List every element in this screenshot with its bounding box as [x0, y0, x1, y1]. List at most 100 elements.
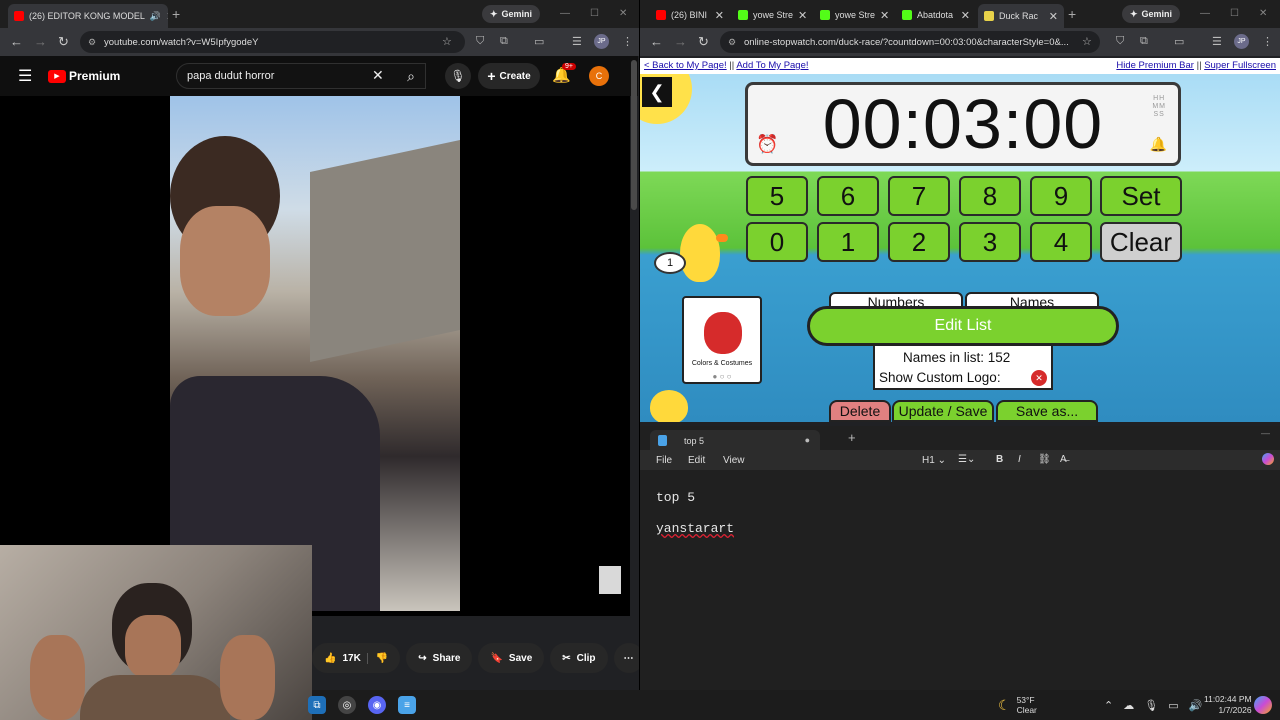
- hamburger-icon[interactable]: ☰: [18, 66, 32, 86]
- heading-select[interactable]: H1 ⌄: [922, 455, 946, 466]
- key-2[interactable]: 2: [888, 222, 950, 262]
- menu-file[interactable]: File: [656, 455, 672, 466]
- back-icon[interactable]: ←: [650, 34, 663, 49]
- volume-icon[interactable]: 🔊: [1189, 699, 1203, 712]
- maximize-icon[interactable]: ☐: [1230, 8, 1239, 19]
- new-tab-button[interactable]: +: [1068, 6, 1076, 22]
- reload-icon[interactable]: ↻: [698, 34, 709, 50]
- url-field[interactable]: ⚙ online-stopwatch.com/duck-race/?countd…: [720, 31, 1100, 53]
- add-to-my-page-link[interactable]: Add To My Page!: [736, 60, 808, 71]
- scrollbar[interactable]: [631, 60, 637, 210]
- discord-icon[interactable]: ◉: [368, 696, 386, 714]
- notepad-tab[interactable]: top 5 ●: [650, 430, 820, 452]
- mic-icon[interactable]: 🎙: [1144, 699, 1158, 712]
- key-0[interactable]: 0: [746, 222, 808, 262]
- site-info-icon[interactable]: ⚙: [88, 37, 96, 48]
- tab-bini[interactable]: (26) BINI ✕: [650, 4, 730, 26]
- youtube-logo[interactable]: ▶ Premium: [48, 69, 120, 83]
- shield-icon[interactable]: ⛉: [1116, 35, 1124, 48]
- copilot-icon[interactable]: [1262, 453, 1274, 465]
- gemini-button[interactable]: ✦ Gemini: [1122, 5, 1181, 23]
- minimize-icon[interactable]: —: [560, 8, 570, 19]
- close-tab-icon[interactable]: ✕: [961, 9, 970, 22]
- weather-widget[interactable]: ☾ 53°F Clear: [998, 690, 1037, 720]
- search-input[interactable]: papa dudut horror: [176, 63, 426, 89]
- save-button[interactable]: 🔖 Save: [478, 643, 545, 673]
- profile-avatar[interactable]: JP: [1234, 34, 1249, 49]
- vscode-icon[interactable]: ⧉: [308, 696, 326, 714]
- clear-search-icon[interactable]: ✕: [372, 67, 384, 84]
- key-5[interactable]: 5: [746, 176, 808, 216]
- gemini-button[interactable]: ✦ Gemini: [482, 5, 541, 23]
- create-button[interactable]: + Create: [478, 63, 540, 89]
- downloads-icon[interactable]: ☰: [1212, 35, 1222, 48]
- media-icon[interactable]: ▭: [1174, 35, 1184, 48]
- tab-abatdota[interactable]: Abatdota ✕: [896, 4, 976, 26]
- edit-list-button[interactable]: Edit List: [807, 306, 1119, 346]
- channel-thumbnail[interactable]: [599, 566, 621, 594]
- countdown-display[interactable]: 00:03:00 HH MM SS ⏰ 🔔: [745, 82, 1181, 166]
- clock[interactable]: 11:02:44 PM 1/7/2026: [1204, 690, 1252, 720]
- notepad-editor[interactable]: top 5 yanstarart: [656, 482, 734, 544]
- share-button[interactable]: ↪ Share: [406, 643, 473, 673]
- menu-kebab-icon[interactable]: ⋮: [622, 35, 633, 48]
- copilot-taskbar-icon[interactable]: [1254, 696, 1272, 714]
- close-tab-icon[interactable]: ✕: [880, 9, 889, 22]
- key-9[interactable]: 9: [1030, 176, 1092, 216]
- menu-view[interactable]: View: [723, 455, 745, 466]
- unsaved-dot-icon[interactable]: ●: [805, 435, 810, 445]
- menu-kebab-icon[interactable]: ⋮: [1262, 35, 1273, 48]
- back-icon[interactable]: ←: [10, 34, 23, 49]
- key-3[interactable]: 3: [959, 222, 1021, 262]
- tab-youtube[interactable]: (26) EDITOR KONG MODEL 🔊 ✕: [8, 4, 168, 28]
- key-6[interactable]: 6: [817, 176, 879, 216]
- chrome-icon[interactable]: ◎: [338, 696, 356, 714]
- key-7[interactable]: 7: [888, 176, 950, 216]
- extensions-icon[interactable]: ⧉: [500, 35, 508, 48]
- clear-format-icon[interactable]: A̶: [1060, 454, 1067, 465]
- more-actions-button[interactable]: ⋯: [613, 643, 639, 673]
- downloads-icon[interactable]: ☰: [572, 35, 582, 48]
- bell-icon[interactable]: 🔔: [1150, 136, 1168, 153]
- forward-icon[interactable]: →: [674, 34, 687, 49]
- link-icon[interactable]: ⛓: [1038, 454, 1051, 465]
- media-icon[interactable]: ▭: [534, 35, 544, 48]
- key-8[interactable]: 8: [959, 176, 1021, 216]
- cloud-icon[interactable]: ☁: [1123, 699, 1134, 712]
- chevron-up-icon[interactable]: ⌃: [1104, 699, 1113, 712]
- delete-button[interactable]: Delete: [829, 400, 891, 422]
- extensions-icon[interactable]: ⧉: [1140, 35, 1148, 48]
- close-tab-icon[interactable]: ✕: [798, 9, 807, 22]
- close-window-icon[interactable]: ✕: [619, 8, 627, 19]
- site-info-icon[interactable]: ⚙: [728, 37, 736, 48]
- key-4[interactable]: 4: [1030, 222, 1092, 262]
- super-fullscreen-link[interactable]: Super Fullscreen: [1204, 60, 1276, 71]
- url-field[interactable]: ⚙ youtube.com/watch?v=W5IpfygodeY: [80, 31, 465, 53]
- search-button[interactable]: ⌕: [394, 63, 428, 89]
- alarm-clock-icon[interactable]: ⏰: [756, 134, 779, 155]
- hide-premium-bar-link[interactable]: Hide Premium Bar: [1116, 60, 1194, 71]
- reload-icon[interactable]: ↻: [58, 34, 69, 50]
- clear-button[interactable]: Clear: [1100, 222, 1182, 262]
- profile-avatar[interactable]: JP: [594, 34, 609, 49]
- back-to-my-page-link[interactable]: < Back to My Page!: [644, 60, 727, 71]
- save-as-button[interactable]: Save as...: [996, 400, 1098, 422]
- notepad-minimize-icon[interactable]: —: [1261, 428, 1270, 438]
- maximize-icon[interactable]: ☐: [590, 8, 599, 19]
- set-button[interactable]: Set: [1100, 176, 1182, 216]
- tab-duck-race[interactable]: Duck Rac ✕: [978, 4, 1064, 28]
- like-button[interactable]: 👍 17K 👎: [312, 643, 401, 673]
- notepad-taskbar-icon[interactable]: ≡: [398, 696, 416, 714]
- close-tab-icon[interactable]: ✕: [1049, 10, 1058, 23]
- bold-icon[interactable]: B: [996, 454, 1003, 465]
- forward-icon[interactable]: →: [34, 34, 47, 49]
- italic-icon[interactable]: I: [1018, 454, 1021, 465]
- close-tab-icon[interactable]: ✕: [166, 10, 168, 23]
- list-icon[interactable]: ☰⌄: [958, 454, 975, 465]
- shield-icon[interactable]: ⛉: [476, 35, 484, 48]
- update-save-button[interactable]: Update / Save: [892, 400, 994, 422]
- microphone-icon[interactable]: 🎙: [445, 63, 471, 89]
- close-tab-icon[interactable]: ✕: [715, 9, 724, 22]
- close-window-icon[interactable]: ✕: [1259, 8, 1267, 19]
- carousel-dots[interactable]: ● ○ ○: [684, 372, 760, 381]
